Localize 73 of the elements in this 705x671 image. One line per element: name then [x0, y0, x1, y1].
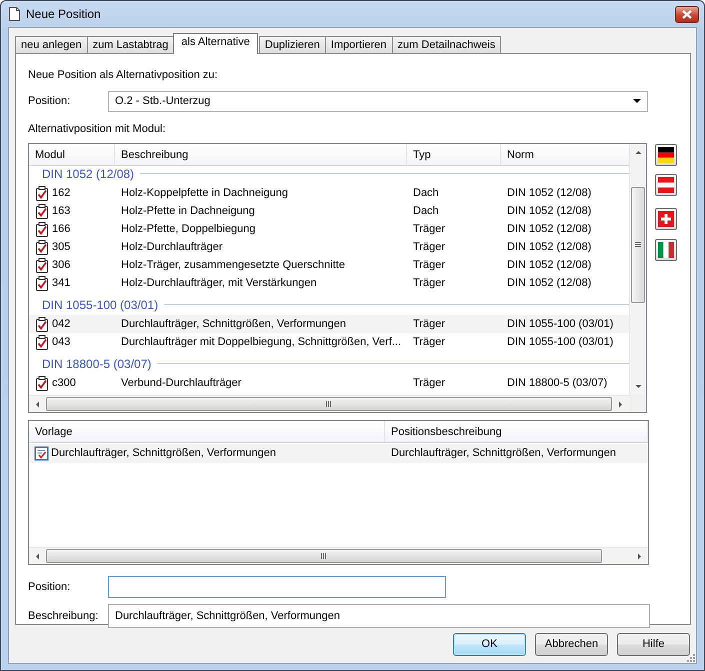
module-row[interactable]: 166 Holz-Pfette, Doppelbiegung Träger DIN 1052 (12/08) — [29, 220, 629, 238]
table-cell-text: Durchlaufträger, Schnittgrößen, Verformungen — [51, 446, 276, 462]
group-header: DIN 18800-5 (03/07) — [42, 356, 152, 372]
table-cell-text: Träger — [412, 222, 446, 237]
table-cell-text: Holz-Koppelpfette in Dachneigung — [120, 186, 289, 201]
column-header[interactable]: Positionsbeschreibung — [385, 421, 648, 442]
tab[interactable]: Duplizieren — [258, 36, 326, 54]
module-list-label: Alternativposition mit Modul: — [28, 122, 167, 136]
table-cell-text: Holz-Pfette in Dachneigung — [120, 204, 256, 219]
table-cell-text: Träger — [412, 376, 446, 391]
table-cell-text: 166 — [52, 222, 70, 237]
table-cell-text: c300 — [52, 376, 76, 391]
table-cell-text: DIN 1052 (12/08) — [506, 204, 592, 219]
table-cell-text: Holz-Träger, zusammengesetzte Querschnitte — [120, 258, 346, 273]
module-row[interactable]: 341 Holz-Durchlaufträger, mit Verstärkungen Träger DIN 1052 (12/08) — [29, 274, 629, 292]
intro-text: Neue Position als Alternativposition zu: — [28, 68, 219, 83]
table-cell-text: Holz-Durchlaufträger — [120, 240, 224, 255]
table-cell-text: DIN 1052 (12/08) — [506, 186, 592, 201]
column-header[interactable]: Typ — [407, 144, 501, 165]
table-cell-text: 043 — [52, 334, 70, 350]
table-cell-text: Durchlaufträger mit Doppelbiegung, Schnittgrößen, Verf... — [120, 334, 402, 350]
description-input[interactable]: Durchlaufträger, Schnittgrößen, Verformungen — [108, 604, 650, 628]
dialog-button[interactable]: Abbrechen — [535, 633, 608, 656]
table-cell-text: 163 — [52, 204, 70, 219]
tab[interactable]: zum Lastabtrag — [86, 36, 174, 54]
dialog-button[interactable]: Hilfe — [617, 633, 690, 656]
dialog-button[interactable]: OK — [453, 633, 526, 656]
module-row[interactable]: 306 Holz-Träger, zusammengesetzte Querschnitte Träger DIN 1052 (12/08) — [29, 256, 629, 274]
position-label: Position: — [28, 94, 72, 109]
table-cell-text: Träger — [412, 240, 446, 255]
column-header[interactable]: Beschreibung — [115, 144, 407, 165]
table-cell-text: 341 — [52, 276, 70, 291]
module-row[interactable]: 043 Durchlaufträger mit Doppelbiegung, Schnittgrößen, Verf... Träger DIN 1055-100 (03/01) — [29, 333, 629, 351]
table-cell-text: DIN 1052 (12/08) — [506, 276, 592, 291]
table-cell-text: Verbund-Durchlaufträger — [120, 376, 242, 391]
table-cell-text: DIN 1052 (12/08) — [506, 258, 592, 273]
table-cell-text: Durchlaufträger, Schnittgrößen, Verformungen — [120, 316, 348, 332]
column-header[interactable]: Modul — [29, 144, 115, 165]
table-cell-text: Träger — [412, 316, 446, 332]
position-label: Position: — [28, 580, 72, 595]
table-cell-text: Dach — [412, 204, 440, 219]
table-cell-text: Holz-Pfette, Doppelbiegung — [120, 222, 257, 237]
tab[interactable]: zum Detailnachweis — [392, 36, 502, 54]
table-cell-text: Träger — [412, 276, 446, 291]
module-row[interactable]: 163 Holz-Pfette in Dachneigung Dach DIN 1052 (12/08) — [29, 202, 629, 220]
table-cell-text: Dach — [412, 186, 440, 201]
description-label: Beschreibung: — [28, 608, 100, 624]
tab[interactable]: als Alternative — [173, 33, 258, 54]
group-header: DIN 1052 (12/08) — [42, 166, 134, 182]
table-cell-text: Durchlaufträger, Schnittgrößen, Verformungen — [390, 446, 618, 462]
column-header[interactable]: Vorlage — [29, 421, 385, 442]
table-cell-text: DIN 1055-100 (03/01) — [506, 316, 614, 332]
table-cell-text: Träger — [412, 258, 446, 273]
module-row[interactable]: c300 Verbund-Durchlaufträger Träger DIN 18800-5 (03/07) — [29, 374, 629, 392]
window-title: Neue Position — [26, 6, 101, 23]
table-cell-text: DIN 1052 (12/08) — [506, 240, 592, 255]
table-cell-text: Träger — [412, 334, 446, 350]
tab[interactable]: Importieren — [324, 36, 393, 54]
group-header: DIN 1055-100 (03/01) — [42, 296, 158, 314]
table-cell-text: 305 — [52, 240, 70, 255]
module-row[interactable]: 305 Holz-Durchlaufträger Träger DIN 1052 (12/08) — [29, 238, 629, 256]
table-cell-text: 042 — [52, 316, 70, 332]
table-cell-text: 306 — [52, 258, 70, 273]
module-row[interactable]: 162 Holz-Koppelpfette in Dachneigung Dach DIN 1052 (12/08) — [29, 184, 629, 202]
position-dropdown[interactable]: O.2 - Stb.-Unterzug — [108, 90, 648, 112]
module-row[interactable]: 042 Durchlaufträger, Schnittgrößen, Verformungen Träger DIN 1055-100 (03/01) — [29, 315, 629, 333]
table-cell-text: DIN 1052 (12/08) — [506, 222, 592, 237]
tab[interactable]: neu anlegen — [15, 36, 88, 54]
table-cell-text: Holz-Durchlaufträger, mit Verstärkungen — [120, 276, 318, 291]
template-row[interactable]: Durchlaufträger, Schnittgrößen, Verformungen Durchlaufträger, Schnittgrößen, Verformungen — [29, 444, 648, 463]
table-cell-text: DIN 18800-5 (03/07) — [506, 376, 608, 391]
table-cell-text: DIN 1055-100 (03/01) — [506, 334, 614, 350]
table-cell-text: 162 — [52, 186, 70, 201]
